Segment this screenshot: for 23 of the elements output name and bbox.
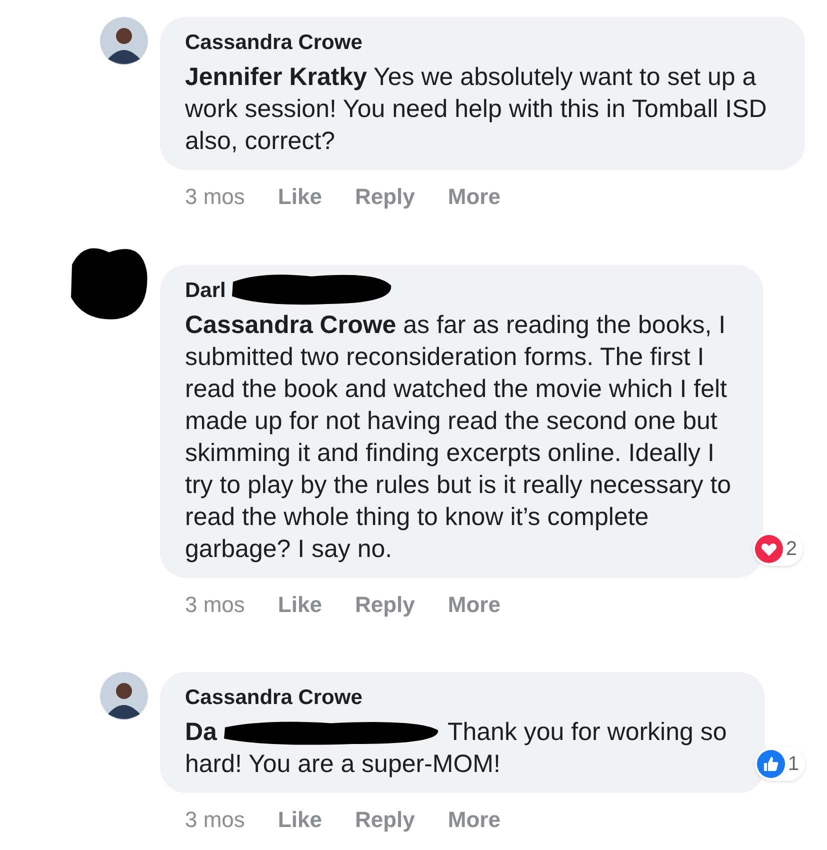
reaction-badge[interactable]: 1 bbox=[754, 747, 805, 781]
action-link[interactable]: Reply bbox=[354, 803, 415, 836]
action-link[interactable]: Reply bbox=[354, 588, 415, 621]
author-name[interactable]: Darl bbox=[185, 275, 226, 307]
action-link[interactable]: Like bbox=[278, 803, 322, 836]
comment-time: 3 mos bbox=[185, 183, 245, 211]
action-link[interactable]: Like bbox=[278, 588, 322, 621]
avatar[interactable] bbox=[100, 17, 148, 65]
comment-text: Cassandra Crowe as far as reading the books, I submitted two reconsideration forms. The first I read the book and watched the movie which I felt made up for not having read the second one but skimming it and finding excerpts online. Ideally I try to play by the rules but is it really necessary to read the whole thing to know it’s complete garbage? I say no. bbox=[185, 310, 732, 565]
action-link[interactable]: Reply bbox=[354, 180, 415, 213]
author-name[interactable]: Cassandra Crowe bbox=[185, 682, 362, 714]
action-link[interactable]: More bbox=[448, 588, 500, 621]
comment-text: Jennifer Kratky Yes we absolutely want to set up a work session! You need help with this in Tomball ISD also, correct? bbox=[185, 62, 768, 157]
action-link[interactable]: More bbox=[448, 180, 500, 213]
action-link[interactable]: More bbox=[448, 803, 500, 836]
comment-time: 3 mos bbox=[185, 806, 245, 834]
action-link[interactable]: Like bbox=[278, 180, 322, 213]
avatar[interactable] bbox=[100, 672, 148, 720]
comment-time: 3 mos bbox=[185, 591, 245, 619]
comment-text: Da Thank you for working so hard! You are a super-MOM! bbox=[185, 717, 728, 780]
thumbs-up-icon bbox=[756, 750, 785, 778]
author-name[interactable]: Cassandra Crowe bbox=[185, 27, 362, 59]
reaction-badge[interactable]: 2 bbox=[752, 532, 803, 566]
